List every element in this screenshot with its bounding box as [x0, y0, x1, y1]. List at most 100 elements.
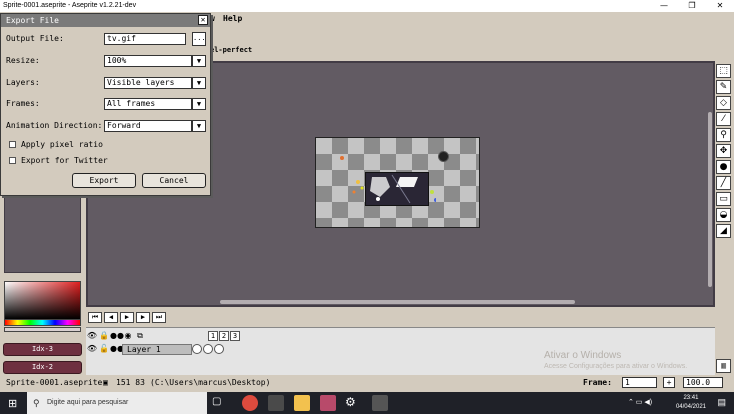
frame-header-2[interactable]: 2 — [219, 331, 229, 341]
frames-label: Frames: — [6, 99, 40, 108]
status-path: (C:\Users\marcus\Desktop) — [150, 378, 271, 387]
resize-label: Resize: — [6, 56, 40, 65]
clock-time: 23:41 — [683, 395, 699, 401]
dialog-title: Export File — [6, 16, 59, 25]
tool-bar: ⬚ ✎ ◇ ⁄ ⚲ ✥ ● ╱ ▭ ◒ ◢ — [716, 64, 732, 240]
apply-pixel-ratio-checkbox[interactable] — [9, 141, 16, 148]
dialog-close-button[interactable]: ✕ — [198, 15, 208, 25]
fill-tool-icon[interactable]: ● — [716, 160, 731, 174]
pencil-tool-icon[interactable]: ✎ — [716, 80, 731, 94]
layer-name[interactable]: Layer 1 — [122, 343, 192, 355]
activation-watermark-sub: Acesse Configurações para ativar o Windo… — [544, 363, 688, 370]
lock-header-icon[interactable]: 🔒 — [98, 330, 110, 342]
apply-pixel-ratio-label[interactable]: Apply pixel ratio — [21, 140, 103, 149]
menu-help[interactable]: Help — [223, 12, 242, 25]
cel-frame-1[interactable] — [192, 344, 202, 354]
clock-date: 04/04/2021 — [675, 404, 706, 410]
chrome-icon[interactable] — [242, 395, 258, 411]
eye-header-icon[interactable]: 👁 — [86, 330, 98, 342]
dialog-title-bar[interactable]: Export File ✕ — [1, 14, 210, 27]
status-coords: 151 83 — [116, 378, 145, 387]
onion-skin-icon[interactable]: ◉ — [122, 330, 134, 342]
move-tool-icon[interactable]: ✥ — [716, 144, 731, 158]
background-color-button[interactable]: Idx-2 — [3, 361, 82, 374]
zoom-input[interactable]: 100.0 — [683, 377, 723, 388]
blur-tool-icon[interactable]: ◢ — [716, 224, 731, 238]
timeline-toggle-icon[interactable]: ▥ — [716, 359, 731, 373]
resize-dropdown-icon[interactable]: ▼ — [192, 55, 206, 67]
play-icon[interactable]: ▶ — [120, 312, 134, 323]
frames-dropdown-icon[interactable]: ▼ — [192, 98, 206, 110]
layers-select[interactable]: Visible layers — [104, 77, 192, 89]
animation-direction-select[interactable]: Forward — [104, 120, 192, 132]
hue-bar[interactable] — [4, 319, 81, 326]
pixel-perfect-label[interactable]: el-perfect — [210, 46, 252, 54]
add-frame-button[interactable]: + — [663, 377, 675, 388]
contour-tool-icon[interactable]: ◒ — [716, 208, 731, 222]
last-frame-icon[interactable]: ⏭ — [152, 312, 166, 323]
minimize-button[interactable]: — — [650, 0, 678, 12]
file-explorer-icon[interactable] — [294, 395, 310, 411]
layer-lock-icon[interactable]: 🔓 — [98, 343, 110, 355]
eyedropper-tool-icon[interactable]: ⁄ — [716, 112, 731, 126]
search-placeholder: Digite aqui para pesquisar — [47, 399, 129, 406]
timeline-header: 👁 🔒 ●● ◉ ⧉ 1 2 3 — [86, 330, 241, 342]
frame-input[interactable]: 1 — [622, 377, 657, 388]
horizontal-scroll-thumb[interactable] — [220, 300, 575, 304]
line-tool-icon[interactable]: ╱ — [716, 176, 731, 190]
store-icon[interactable] — [268, 395, 284, 411]
animation-direction-dropdown-icon[interactable]: ▼ — [192, 120, 206, 132]
window-title: Sprite-0001.aseprite - Aseprite v1.2.21-… — [3, 2, 137, 9]
playback-controls: ⏮ ◀ ▶ ▶ ⏭ — [88, 312, 166, 323]
output-file-input[interactable]: tv.gif — [104, 33, 186, 45]
palette-area[interactable] — [4, 197, 81, 273]
first-frame-icon[interactable]: ⏮ — [88, 312, 102, 323]
tray-icons[interactable]: ⌃ ▭ ◀) — [628, 398, 652, 406]
notifications-icon[interactable]: ▤ — [717, 397, 726, 408]
zoom-tool-icon[interactable]: ⚲ — [716, 128, 731, 142]
layers-label: Layers: — [6, 78, 40, 87]
vertical-scroll-thumb[interactable] — [708, 112, 712, 287]
frame-header-1[interactable]: 1 — [208, 331, 218, 341]
alpha-bar[interactable] — [4, 327, 81, 332]
output-file-label: Output File: — [6, 34, 64, 43]
context-bar: el-perfect — [210, 44, 720, 57]
export-file-dialog: Export File ✕ Output File: tv.gif ... Re… — [0, 13, 211, 196]
frame-header-3[interactable]: 3 — [230, 331, 240, 341]
rectangle-tool-icon[interactable]: ▭ — [716, 192, 731, 206]
cancel-button[interactable]: Cancel — [142, 173, 206, 188]
layer-visible-icon[interactable]: 👁 — [86, 343, 98, 355]
settings-icon[interactable]: ⚙ — [345, 395, 356, 409]
pointer-icon: ▣ — [103, 378, 108, 387]
browse-button[interactable]: ... — [192, 32, 206, 46]
aseprite-taskbar-icon[interactable] — [320, 395, 336, 411]
prev-frame-icon[interactable]: ◀ — [104, 312, 118, 323]
taskbar-search[interactable]: ⚲ Digite aqui para pesquisar — [27, 392, 207, 414]
activation-watermark: Ativar o Windows — [544, 350, 622, 361]
resize-select[interactable]: 100% — [104, 55, 192, 67]
cel-frame-2[interactable] — [203, 344, 213, 354]
foreground-color-button[interactable]: Idx-3 — [3, 343, 82, 356]
continuous-header-icon[interactable]: ●● — [110, 330, 124, 342]
links-icon[interactable]: ⧉ — [134, 330, 146, 342]
export-twitter-label[interactable]: Export for Twitter — [21, 156, 108, 165]
maximize-button[interactable]: ❐ — [678, 0, 706, 12]
cel-frame-3[interactable] — [214, 344, 224, 354]
layers-dropdown-icon[interactable]: ▼ — [192, 77, 206, 89]
color-spectrum[interactable] — [4, 281, 81, 320]
layer-row[interactable]: 👁 🔓 ●● Layer 1 — [86, 343, 225, 355]
frames-select[interactable]: All frames — [104, 98, 192, 110]
eraser-tool-icon[interactable]: ◇ — [716, 96, 731, 110]
export-button[interactable]: Export — [72, 173, 136, 188]
search-icon: ⚲ — [33, 398, 40, 408]
layer-continuous-icon[interactable]: ●● — [110, 343, 124, 355]
app-taskbar-icon[interactable] — [372, 395, 388, 411]
window-title-bar: Sprite-0001.aseprite - Aseprite v1.2.21-… — [0, 0, 734, 12]
task-view-icon[interactable]: ▢ — [212, 396, 221, 407]
export-twitter-checkbox[interactable] — [9, 157, 16, 164]
marquee-tool-icon[interactable]: ⬚ — [716, 64, 731, 78]
taskbar-clock[interactable]: 23:41 04/04/2021 — [676, 394, 706, 412]
close-window-button[interactable]: ✕ — [706, 0, 734, 12]
windows-start-icon[interactable]: ⊞ — [8, 397, 17, 410]
next-frame-icon[interactable]: ▶ — [136, 312, 150, 323]
